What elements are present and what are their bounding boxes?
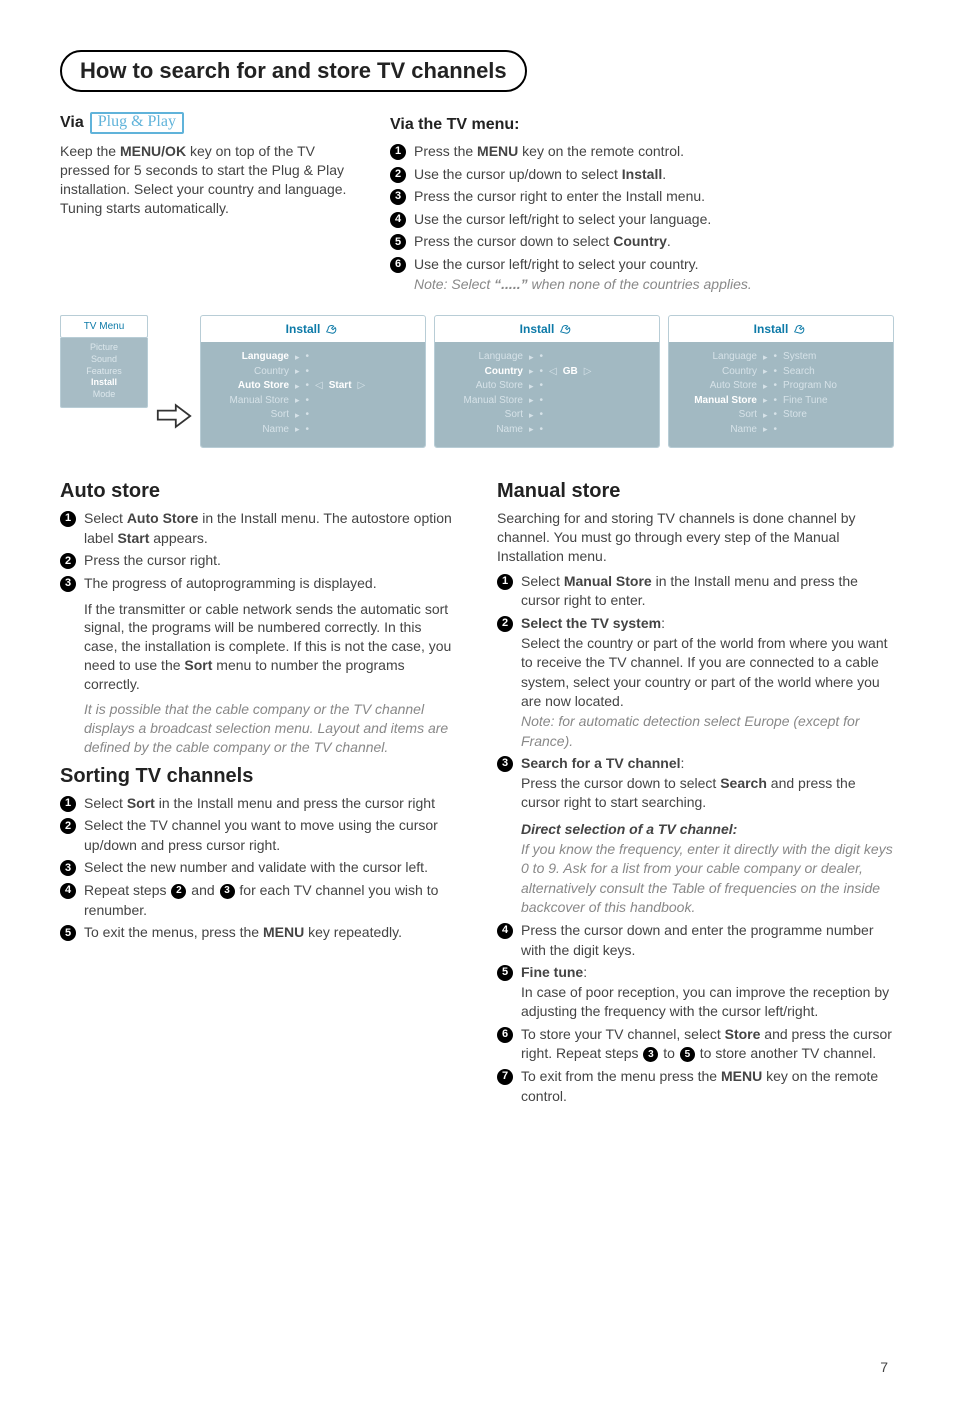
- step: 2Press the cursor right.: [60, 551, 457, 571]
- step-number-icon: 6: [497, 1027, 513, 1043]
- arrow-icon: [156, 315, 192, 448]
- manual-store-intro: Searching for and storing TV channels is…: [497, 509, 894, 566]
- page-number: 7: [880, 1359, 888, 1375]
- step-number-icon: 2: [60, 818, 76, 834]
- step: 3The progress of autoprogramming is disp…: [60, 574, 457, 594]
- step-number-icon: 3: [60, 576, 76, 592]
- wrench-icon: [326, 323, 340, 335]
- step-number-icon: 2: [497, 616, 513, 632]
- step: 5Fine tune:In case of poor reception, yo…: [497, 963, 894, 1022]
- step: 4Repeat steps 2 and 3 for each TV channe…: [60, 881, 457, 920]
- tv-menu-header: TV Menu: [60, 315, 148, 338]
- step-number-icon: 7: [497, 1069, 513, 1085]
- manual-store-steps: 1Select Manual Store in the Install menu…: [497, 572, 894, 1106]
- page-title: How to search for and store TV channels: [60, 50, 527, 92]
- manual-store-title: Manual store: [497, 480, 894, 503]
- step-number-icon: 1: [60, 796, 76, 812]
- step-number-icon: 4: [60, 883, 76, 899]
- step-number-icon: 6: [390, 257, 406, 273]
- install-panel-3: Install Language ▸ • SystemCountry ▸ • S…: [668, 315, 894, 448]
- sorting-title: Sorting TV channels: [60, 765, 457, 788]
- plug-and-play-badge: Plug & Play: [90, 112, 184, 134]
- menu-preview-row: TV Menu PictureSoundFeaturesInstallMode …: [60, 315, 894, 448]
- auto-store-note: It is possible that the cable company or…: [84, 700, 457, 757]
- step-extra: Direct selection of a TV channel:If you …: [497, 816, 894, 918]
- auto-store-title: Auto store: [60, 480, 457, 503]
- auto-store-steps: 1Select Auto Store in the Install menu. …: [60, 509, 457, 593]
- wrench-icon: [560, 323, 574, 335]
- step: 7To exit from the menu press the MENU ke…: [497, 1067, 894, 1106]
- step-number-icon: 2: [60, 553, 76, 569]
- step: 2Select the TV system:Select the country…: [497, 614, 894, 751]
- step: 1Press the MENU key on the remote contro…: [390, 142, 894, 162]
- install-panel-1: Install Language ▸ • Country ▸ • Auto St…: [200, 315, 426, 448]
- step: 2Use the cursor up/down to select Instal…: [390, 165, 894, 185]
- step-number-icon: 5: [497, 965, 513, 981]
- step: 3Select the new number and validate with…: [60, 858, 457, 878]
- plug-and-play-text: Keep the MENU/OK key on top of the TV pr…: [60, 142, 360, 218]
- install-panel-2: Install Language ▸ • Country ▸ • ◁ GB ▷A…: [434, 315, 660, 448]
- step: 4Press the cursor down and enter the pro…: [497, 921, 894, 960]
- step-number-icon: 1: [497, 574, 513, 590]
- step: 4Use the cursor left/right to select you…: [390, 210, 894, 230]
- panel-title: Install: [520, 322, 555, 336]
- auto-store-tail: If the transmitter or cable network send…: [84, 600, 457, 694]
- step: 1Select Auto Store in the Install menu. …: [60, 509, 457, 548]
- step-number-icon: 4: [497, 923, 513, 939]
- step-number-icon: 5: [390, 234, 406, 250]
- tv-menu-body: PictureSoundFeaturesInstallMode: [60, 338, 148, 407]
- sorting-steps: 1Select Sort in the Install menu and pre…: [60, 794, 457, 943]
- step: 5Press the cursor down to select Country…: [390, 232, 894, 252]
- panel-title: Install: [754, 322, 789, 336]
- step-number-icon: 3: [60, 860, 76, 876]
- step: 1Select Sort in the Install menu and pre…: [60, 794, 457, 814]
- wrench-icon: [794, 323, 808, 335]
- step-number-icon: 5: [60, 925, 76, 941]
- step-number-icon: 3: [497, 756, 513, 772]
- step: 1Select Manual Store in the Install menu…: [497, 572, 894, 611]
- step-number-icon: 4: [390, 212, 406, 228]
- via-tv-menu-steps: 1Press the MENU key on the remote contro…: [390, 142, 894, 294]
- via-label: Via: [60, 114, 84, 132]
- step-number-icon: 1: [390, 144, 406, 160]
- panel-title: Install: [286, 322, 321, 336]
- step-number-icon: 1: [60, 511, 76, 527]
- via-tv-menu-title: Via the TV menu:: [390, 116, 894, 134]
- step-number-icon: 2: [390, 167, 406, 183]
- step: 6Use the cursor left/right to select you…: [390, 255, 894, 294]
- step: 3Search for a TV channel:Press the curso…: [497, 754, 894, 813]
- step: 6To store your TV channel, select Store …: [497, 1025, 894, 1064]
- step-number-icon: 3: [390, 189, 406, 205]
- step: 3Press the cursor right to enter the Ins…: [390, 187, 894, 207]
- step: 5To exit the menus, press the MENU key r…: [60, 923, 457, 943]
- step: 2Select the TV channel you want to move …: [60, 816, 457, 855]
- tv-menu-panel: TV Menu PictureSoundFeaturesInstallMode: [60, 315, 148, 407]
